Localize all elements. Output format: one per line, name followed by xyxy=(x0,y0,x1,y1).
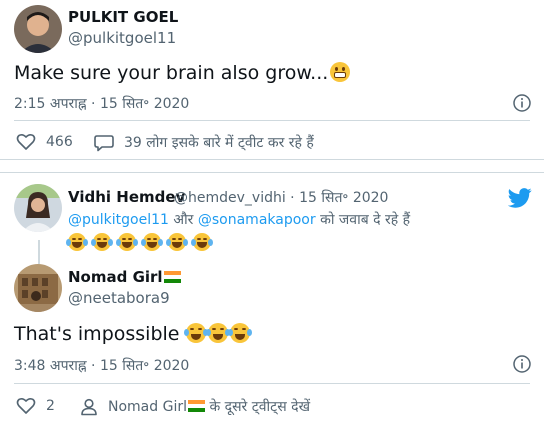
author-handle[interactable]: @pulkitgoel11 xyxy=(68,29,176,47)
tears-of-joy-emoji xyxy=(141,233,164,251)
india-flag-emoji xyxy=(187,400,205,412)
like-count: 2 xyxy=(46,398,55,414)
divider xyxy=(14,383,530,384)
info-icon[interactable] xyxy=(512,93,532,113)
tears-of-joy-emoji xyxy=(166,233,189,251)
tweet-text: Make sure your brain also grow... xyxy=(14,62,351,84)
tears-of-joy-emoji xyxy=(91,233,114,251)
reply-to-handle[interactable]: @pulkitgoel11 xyxy=(68,212,169,228)
thread-line xyxy=(38,240,40,264)
replying-to: @pulkitgoel11 और @sonamakapoor को जवाब द… xyxy=(68,212,411,228)
tweet-timestamp[interactable]: 3:48 अपराह्न · 15 सित॰ 2020 xyxy=(14,356,189,375)
divider xyxy=(14,120,530,121)
like-button[interactable]: 466 xyxy=(16,133,73,151)
india-flag-emoji xyxy=(163,271,181,283)
more-tweets-link[interactable]: Nomad Girl के दूसरे ट्वीट्स देखें xyxy=(80,397,310,416)
speech-bubble-icon xyxy=(94,134,114,151)
avatar[interactable] xyxy=(14,264,62,312)
tears-of-joy-emoji xyxy=(183,323,208,343)
author-handle[interactable]: @neetabora9 xyxy=(68,289,170,307)
tears-of-joy-emoji xyxy=(66,233,88,251)
grimacing-face-emoji xyxy=(330,62,351,82)
parent-handle-date[interactable]: @hemdev_vidhi · 15 सित॰ 2020 xyxy=(174,188,388,207)
avatar[interactable] xyxy=(14,184,62,232)
tears-of-joy-emoji xyxy=(205,323,230,343)
tears-of-joy-emoji xyxy=(191,233,214,251)
reply-conversation-text: 39 लोग इसके बारे में ट्वीट कर रहे हैं xyxy=(124,135,314,151)
parent-tweet-emojis xyxy=(66,233,214,252)
author-name[interactable]: PULKIT GOEL xyxy=(68,8,178,26)
tears-of-joy-emoji xyxy=(227,323,252,343)
info-icon[interactable] xyxy=(512,354,532,374)
heart-icon xyxy=(16,133,36,150)
person-icon xyxy=(81,398,97,415)
reply-conversation-link[interactable]: 39 लोग इसके बारे में ट्वीट कर रहे हैं xyxy=(94,133,314,152)
tweet-text: That's impossible xyxy=(14,323,252,345)
like-count: 466 xyxy=(46,134,73,150)
heart-icon xyxy=(16,397,36,414)
reply-to-handle[interactable]: @sonamakapoor xyxy=(198,212,316,228)
twitter-bird-icon[interactable] xyxy=(508,188,532,208)
tears-of-joy-emoji xyxy=(116,233,139,251)
avatar[interactable] xyxy=(14,5,62,53)
parent-author-name[interactable]: Vidhi Hemdev xyxy=(68,188,185,206)
author-name[interactable]: Nomad Girl xyxy=(68,268,181,286)
tweet-card-pulkit: PULKIT GOEL @pulkitgoel11 Make sure your… xyxy=(0,0,544,160)
tweet-timestamp[interactable]: 2:15 अपराह्न · 15 सित॰ 2020 xyxy=(14,94,189,113)
like-button[interactable]: 2 xyxy=(16,397,55,415)
more-tweets-text: Nomad Girl के दूसरे ट्वीट्स देखें xyxy=(108,399,311,415)
